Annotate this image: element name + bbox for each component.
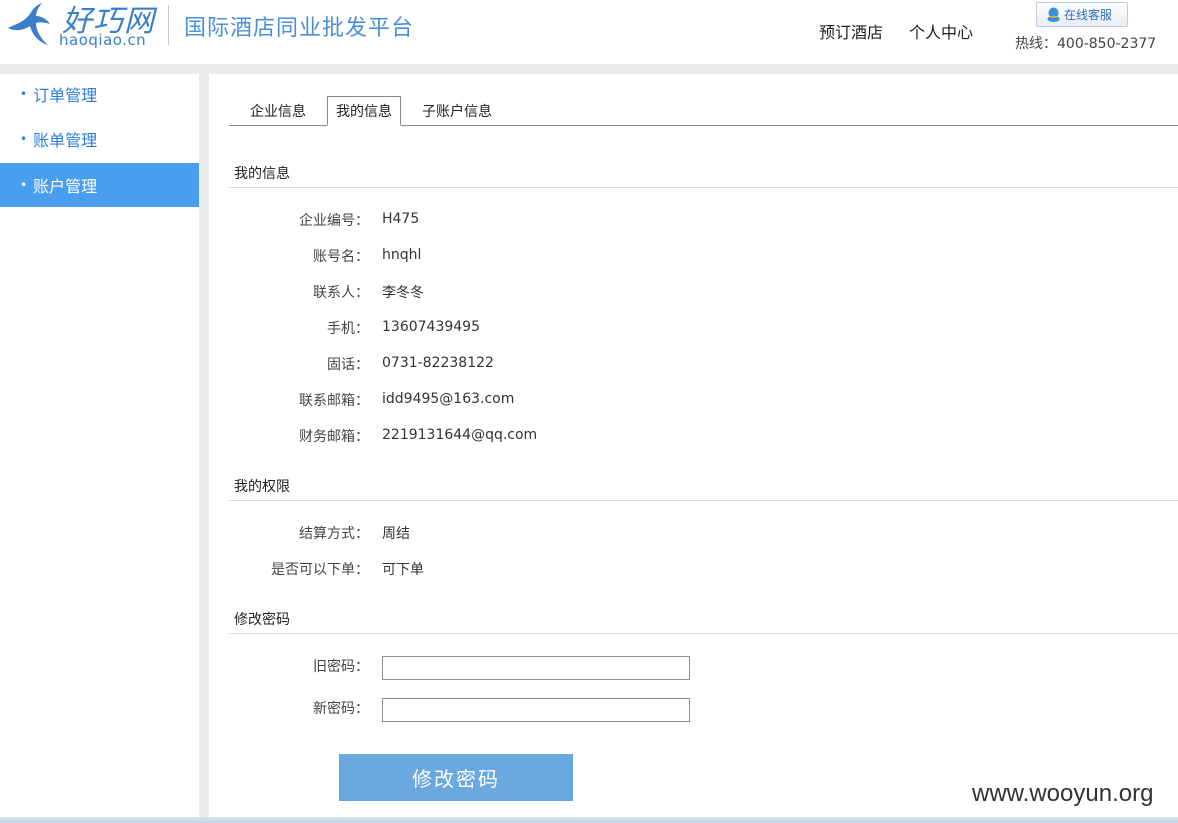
online-service-button[interactable]: 在线客服: [1036, 2, 1128, 27]
section-title-permissions: 我的权限: [234, 479, 290, 495]
sidebar-item-orders[interactable]: • 订单管理: [0, 72, 199, 116]
section-title-my-info: 我的信息: [234, 166, 290, 182]
tab-my-info[interactable]: 我的信息: [327, 96, 401, 126]
main-panel: 企业信息 我的信息 子账户信息 我的信息 企业编号： H475 账号名： hnq…: [209, 74, 1178, 823]
field-label-account-name: 账号名：: [313, 249, 369, 265]
watermark-text: www.wooyun.org: [972, 780, 1154, 807]
section-divider: [229, 187, 1178, 188]
field-value-phone: 0731-82238122: [382, 355, 494, 371]
field-label-contact: 联系人：: [313, 285, 369, 301]
sidebar: • 订单管理 • 账单管理 • 账户管理: [0, 74, 199, 823]
field-label-phone: 固话：: [327, 357, 369, 373]
field-value-settlement: 周结: [382, 526, 410, 542]
sidebar-item-label: 账单管理: [33, 131, 98, 150]
field-value-finance-email: 2219131644@qq.com: [382, 427, 538, 443]
bullet-icon: •: [20, 132, 28, 146]
new-password-input[interactable]: [382, 698, 690, 722]
qq-penguin-icon: [1047, 7, 1060, 22]
sidebar-item-account[interactable]: • 账户管理: [0, 163, 199, 207]
swallow-logo-icon: [8, 3, 50, 45]
old-password-input[interactable]: [382, 656, 690, 680]
sidebar-item-label: 账户管理: [33, 177, 98, 196]
field-value-can-order: 可下单: [382, 562, 424, 578]
logo-domain-text: haoqiao.cn: [59, 31, 147, 49]
field-label-company-id: 企业编号：: [299, 213, 369, 229]
top-header: 好巧网 haoqiao.cn 国际酒店同业批发平台 预订酒店 个人中心 在线客服…: [0, 0, 1178, 64]
field-value-account-name: hnqhl: [382, 247, 422, 263]
field-label-finance-email: 财务邮箱：: [299, 429, 369, 445]
field-label-mobile: 手机：: [327, 321, 369, 337]
nav-personal-center[interactable]: 个人中心: [909, 19, 973, 43]
field-label-old-password: 旧密码：: [313, 659, 369, 675]
bullet-icon: •: [20, 178, 28, 192]
bottom-scrollbar-strip[interactable]: [0, 817, 1178, 823]
site-tagline: 国际酒店同业批发平台: [184, 16, 415, 41]
online-service-label: 在线客服: [1064, 8, 1113, 22]
field-label-settlement: 结算方式：: [299, 526, 369, 542]
sidebar-item-label: 订单管理: [33, 86, 98, 105]
section-divider: [229, 633, 1178, 634]
logo-divider: [168, 5, 169, 45]
site-logo[interactable]: 好巧网 haoqiao.cn: [6, 2, 156, 49]
nav-book-hotel[interactable]: 预订酒店: [819, 19, 883, 43]
field-value-contact-email: idd9495@163.com: [382, 391, 515, 407]
change-password-button[interactable]: 修改密码: [339, 754, 573, 801]
hotline-text: 热线：400-850-2377: [1015, 36, 1157, 52]
bullet-icon: •: [20, 87, 28, 101]
field-label-new-password: 新密码：: [313, 701, 369, 717]
field-value-mobile: 13607439495: [382, 319, 480, 335]
tab-company-info[interactable]: 企业信息: [241, 96, 315, 126]
section-title-change-password: 修改密码: [234, 612, 290, 628]
field-label-can-order: 是否可以下单：: [271, 562, 369, 578]
field-value-contact: 李冬冬: [382, 285, 424, 301]
field-value-company-id: H475: [382, 211, 420, 227]
field-label-contact-email: 联系邮箱：: [299, 393, 369, 409]
tab-sub-account-info[interactable]: 子账户信息: [415, 96, 499, 126]
sidebar-item-bills[interactable]: • 账单管理: [0, 117, 199, 161]
section-divider: [229, 500, 1178, 501]
